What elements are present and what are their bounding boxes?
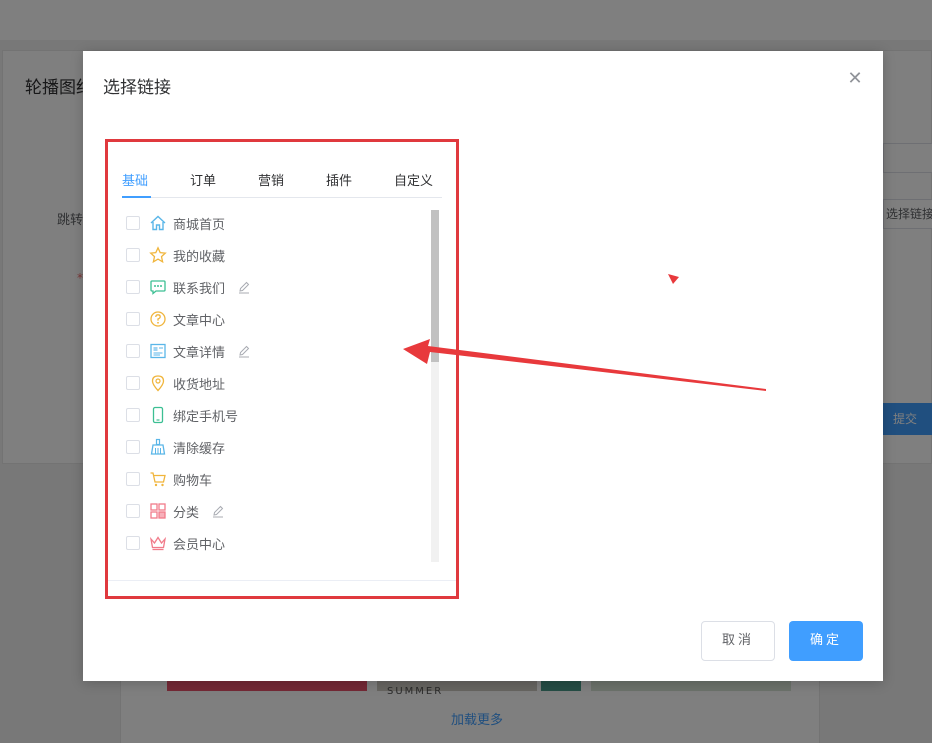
category-grid-icon	[149, 502, 167, 520]
select-link-dialog: 选择链接 ✕ 基础 订单 营销 插件 自定义 商城首页 我的收藏 联系我们 文章…	[83, 51, 883, 681]
tab-marketing[interactable]: 营销	[258, 170, 284, 198]
item-label: 商城首页	[173, 217, 226, 233]
list-item[interactable]: 绑定手机号	[126, 404, 238, 426]
item-label: 收货地址	[173, 377, 226, 393]
crown-icon	[149, 534, 167, 552]
list-scrollbar[interactable]	[431, 210, 439, 562]
item-checkbox[interactable]	[126, 344, 140, 358]
item-label: 绑定手机号	[173, 409, 239, 425]
list-item[interactable]: 联系我们	[126, 276, 251, 298]
article-icon	[149, 342, 167, 360]
link-type-tabs: 基础 订单 营销 插件 自定义	[122, 170, 442, 198]
item-label: 联系我们	[173, 281, 226, 297]
list-item[interactable]: 分类	[126, 500, 225, 522]
confirm-button[interactable]: 确定	[789, 621, 863, 661]
location-pin-icon	[149, 374, 167, 392]
item-checkbox[interactable]	[126, 280, 140, 294]
item-checkbox[interactable]	[126, 216, 140, 230]
cart-icon	[149, 470, 167, 488]
list-item[interactable]: 会员中心	[126, 532, 225, 554]
item-label: 清除缓存	[173, 441, 226, 457]
home-icon	[149, 214, 167, 232]
item-label: 购物车	[173, 473, 213, 489]
item-checkbox[interactable]	[126, 504, 140, 518]
tab-order[interactable]: 订单	[190, 170, 216, 198]
close-icon[interactable]: ✕	[845, 69, 865, 89]
list-item[interactable]: 清除缓存	[126, 436, 225, 458]
link-selector-panel: 基础 订单 营销 插件 自定义 商城首页 我的收藏 联系我们 文章中心 文章详情…	[105, 139, 459, 599]
list-item[interactable]: 文章详情	[126, 340, 251, 362]
item-checkbox[interactable]	[126, 376, 140, 390]
list-item[interactable]: 文章中心	[126, 308, 225, 330]
item-label: 分类	[173, 505, 200, 521]
item-checkbox[interactable]	[126, 248, 140, 262]
item-label: 文章详情	[173, 345, 226, 361]
phone-icon	[149, 406, 167, 424]
edit-pencil-icon[interactable]	[237, 344, 251, 358]
cancel-button[interactable]: 取消	[701, 621, 775, 661]
broom-icon	[149, 438, 167, 456]
item-checkbox[interactable]	[126, 440, 140, 454]
item-label: 文章中心	[173, 313, 226, 329]
list-item[interactable]: 购物车	[126, 468, 212, 490]
list-item[interactable]: 收货地址	[126, 372, 225, 394]
chat-icon	[149, 278, 167, 296]
edit-pencil-icon[interactable]	[211, 504, 225, 518]
link-list: 商城首页 我的收藏 联系我们 文章中心 文章详情 收货地址 绑定手机号 清除缓存…	[108, 212, 428, 562]
list-divider	[108, 580, 456, 581]
edit-pencil-icon[interactable]	[237, 280, 251, 294]
item-checkbox[interactable]	[126, 408, 140, 422]
list-item[interactable]: 商城首页	[126, 212, 225, 234]
tab-basic[interactable]: 基础	[122, 170, 148, 198]
star-icon	[149, 246, 167, 264]
item-checkbox[interactable]	[126, 536, 140, 550]
list-item[interactable]: 我的收藏	[126, 244, 225, 266]
item-checkbox[interactable]	[126, 312, 140, 326]
active-tab-indicator	[122, 196, 151, 198]
tab-custom[interactable]: 自定义	[394, 170, 433, 198]
item-label: 会员中心	[173, 537, 226, 553]
item-label: 我的收藏	[173, 249, 226, 265]
item-checkbox[interactable]	[126, 472, 140, 486]
tab-plugin[interactable]: 插件	[326, 170, 352, 198]
list-scrollbar-thumb[interactable]	[431, 210, 439, 362]
dialog-title: 选择链接	[103, 78, 171, 98]
question-icon	[149, 310, 167, 328]
